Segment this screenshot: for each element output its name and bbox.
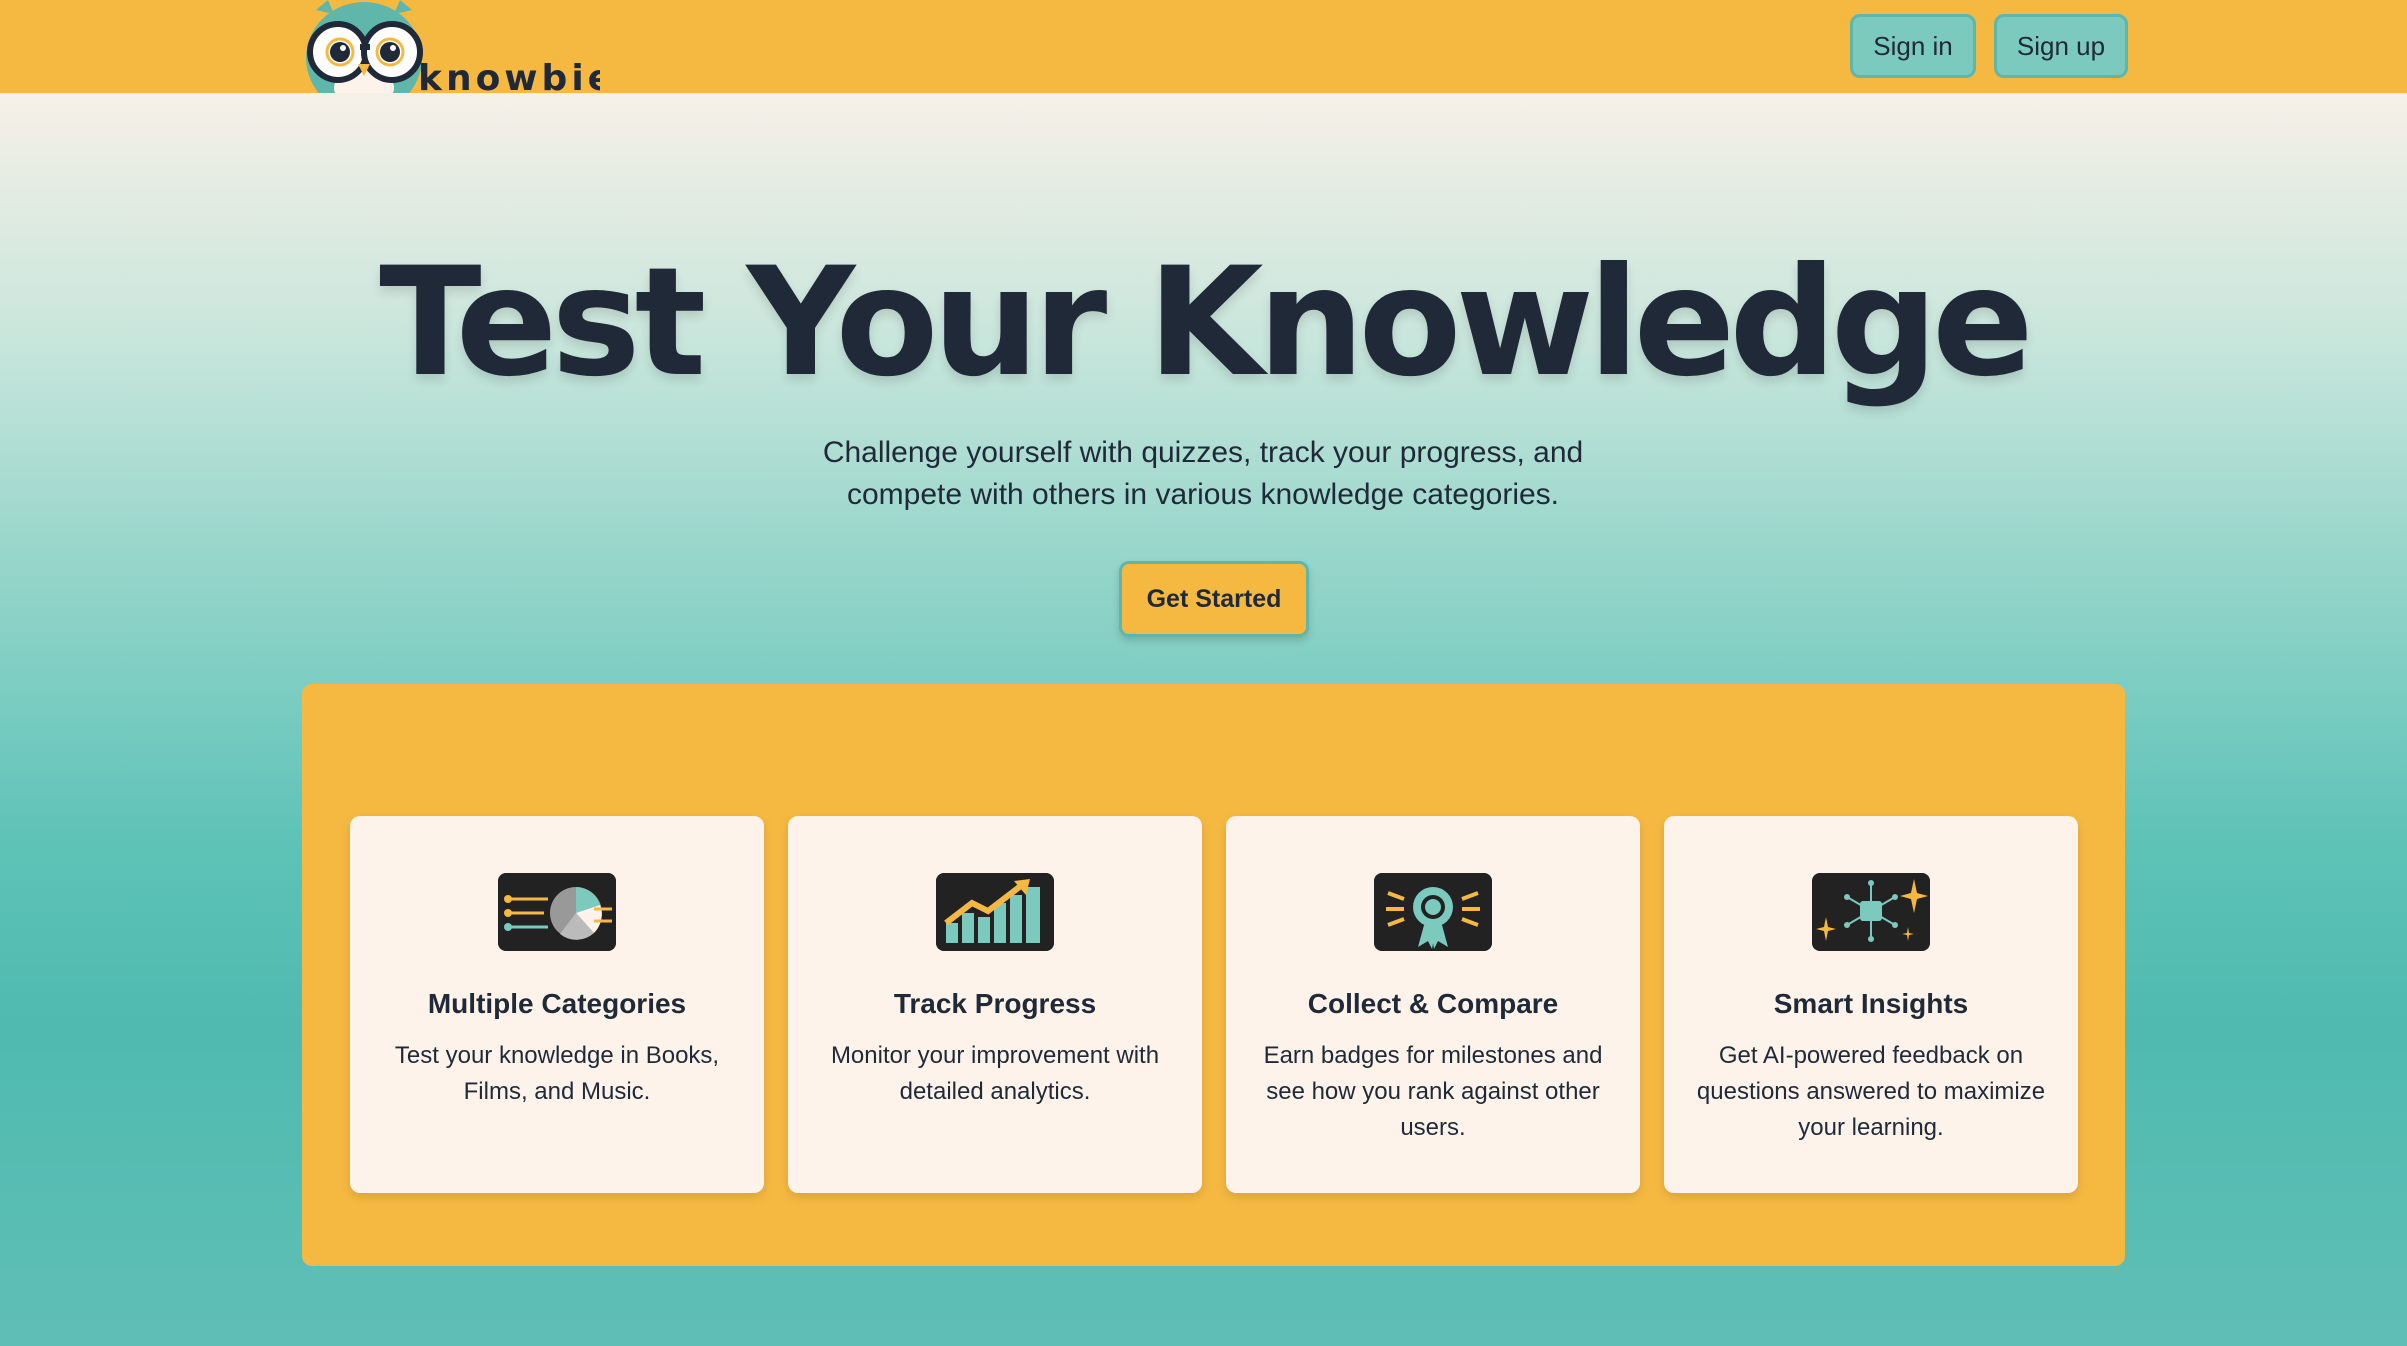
- feature-description: Test your knowledge in Books, Films, and…: [394, 1042, 720, 1105]
- site-header: knowbie Sign in Sign up: [0, 0, 2407, 93]
- get-started-button[interactable]: Get Started: [1119, 561, 1309, 637]
- feature-card-progress: Track Progress Monitor your improvement …: [788, 816, 1202, 1193]
- categories-icon: [498, 873, 616, 951]
- logo[interactable]: knowbie: [300, 0, 600, 93]
- feature-description: Get AI-powered feedback on questions ans…: [1696, 1042, 2046, 1141]
- feature-card-insights: Smart Insights Get AI-powered feedback o…: [1664, 816, 2078, 1193]
- feature-title: Track Progress: [893, 988, 1097, 1019]
- feature-title: Collect & Compare: [1307, 988, 1559, 1019]
- sign-in-button[interactable]: Sign in: [1850, 14, 1976, 78]
- progress-chart-icon: [936, 873, 1054, 951]
- feature-card-categories: Multiple Categories Test your knowledge …: [350, 816, 764, 1193]
- feature-title: Smart Insights: [1773, 988, 1969, 1019]
- owl-logo-icon: [306, 0, 423, 93]
- feature-card-badges: Collect & Compare Earn badges for milest…: [1226, 816, 1640, 1193]
- feature-description: Earn badges for milestones and see how y…: [1263, 1042, 1603, 1141]
- feature-description: Monitor your improvement with detailed a…: [830, 1042, 1160, 1105]
- features-panel: Multiple Categories Test your knowledge …: [302, 684, 2125, 1266]
- brand-name: knowbie: [418, 58, 600, 93]
- ai-insights-icon: [1812, 873, 1930, 951]
- badge-icon: [1374, 873, 1492, 951]
- hero-subtitle: Challenge yourself with quizzes, track y…: [822, 436, 1584, 511]
- feature-title: Multiple Categories: [427, 988, 687, 1019]
- sign-up-button[interactable]: Sign up: [1994, 14, 2128, 78]
- hero-title: Test Your Knowledge: [379, 236, 2034, 410]
